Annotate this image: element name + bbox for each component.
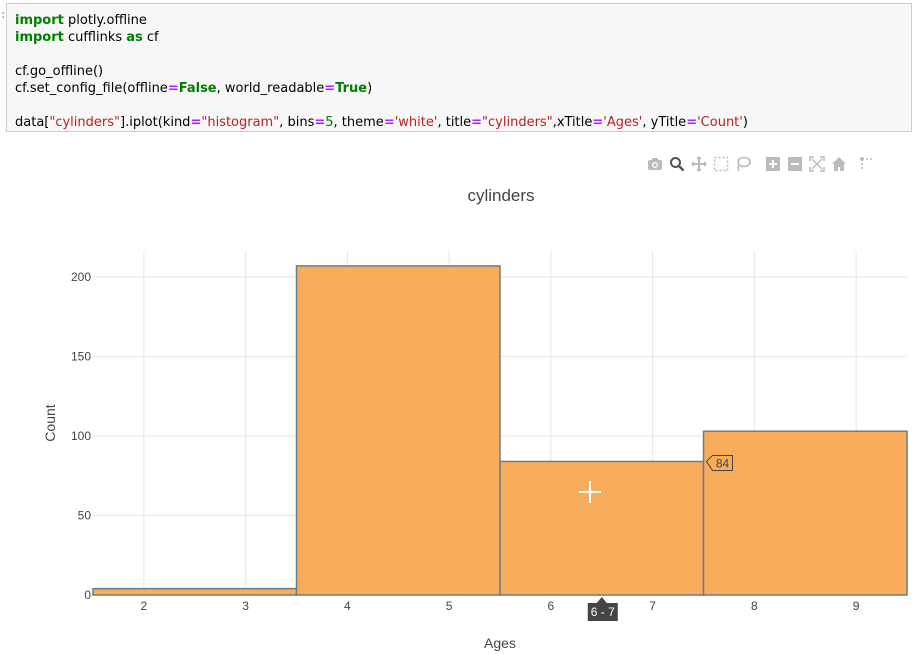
x-axis-title: Ages <box>484 635 516 651</box>
y-axis-title: Count <box>42 404 58 441</box>
x-tick-label: 8 <box>751 599 758 613</box>
histogram-bar <box>499 460 705 596</box>
histogram-chart: cylinders 2 3 4 5 6 7 8 9 0 50 100 150 200 Ages Count 84… <box>42 186 908 651</box>
y-tick-label: 100 <box>71 429 91 443</box>
x-tick-label: 6 <box>548 599 555 613</box>
y-tick-label: 200 <box>71 270 91 284</box>
y-tick-label: 150 <box>71 350 91 364</box>
histogram-bar <box>92 587 298 596</box>
hover-x-label: 6 - 7 <box>591 605 615 619</box>
histogram-bar <box>702 430 908 596</box>
x-tick-label: 7 <box>649 599 656 613</box>
hover-value-label: 84 <box>716 456 730 470</box>
y-tick-label: 50 <box>78 509 92 523</box>
histogram-bar <box>295 265 501 596</box>
y-tick-label: 0 <box>84 588 91 602</box>
x-tick-label: 9 <box>853 599 860 613</box>
x-tick-label: 5 <box>446 599 453 613</box>
x-tick-label: 3 <box>242 599 249 613</box>
x-tick-label: 2 <box>141 599 148 613</box>
x-tick-label: 4 <box>344 599 351 613</box>
chart-title: cylinders <box>467 186 534 205</box>
